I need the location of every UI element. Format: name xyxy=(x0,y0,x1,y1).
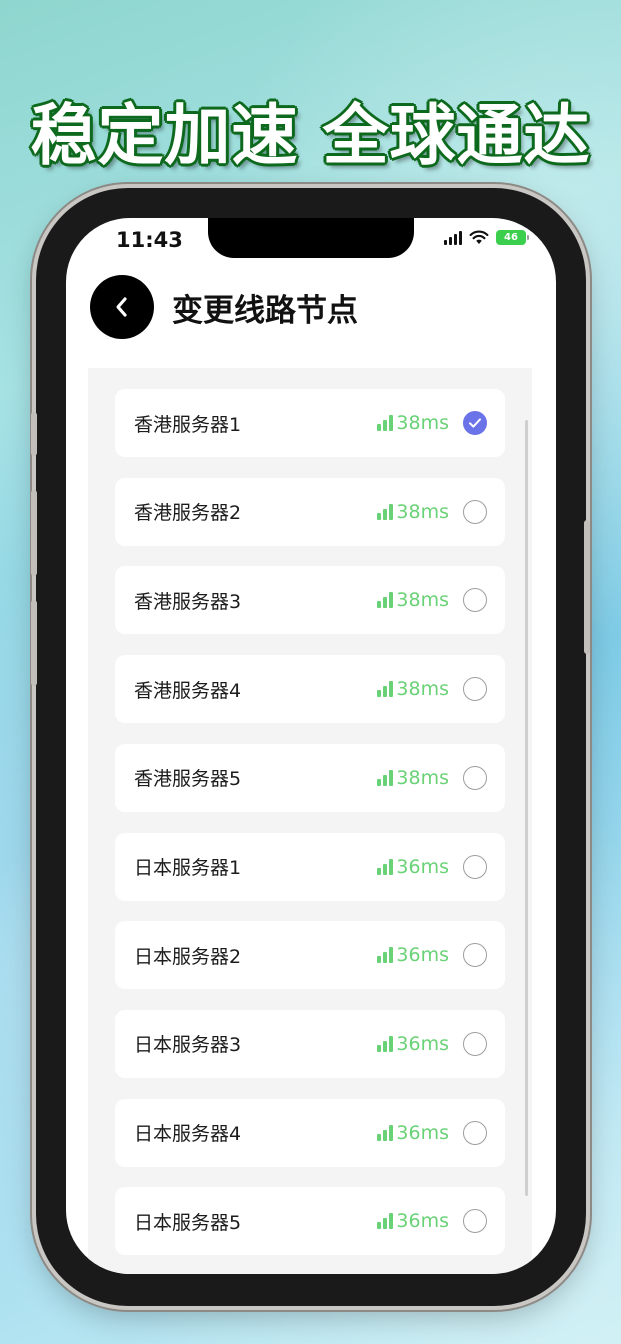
radio-empty-icon[interactable] xyxy=(463,1120,487,1145)
signal-bars-icon xyxy=(377,1035,394,1052)
latency-value: 36ms xyxy=(396,1032,449,1055)
radio-empty-icon[interactable] xyxy=(463,765,487,790)
app-screen: 11:43 46 变更线路节点 香港服务器1 38ms 香港服务器2 38ms 香港服务… xyxy=(66,218,556,1274)
node-name: 香港服务器3 xyxy=(134,590,242,613)
phone-side-button xyxy=(31,600,37,686)
node-list[interactable]: 香港服务器1 38ms 香港服务器2 38ms 香港服务器3 38ms 香港服务器4 38ms… xyxy=(88,368,532,1274)
signal-bars-icon xyxy=(377,769,394,786)
list-item[interactable]: 日本服务器3 36ms xyxy=(115,1009,505,1078)
node-name: 香港服务器1 xyxy=(134,413,242,436)
battery-icon: 46 xyxy=(496,230,529,245)
radio-empty-icon[interactable] xyxy=(463,943,487,968)
latency: 38ms xyxy=(377,501,449,523)
promo-headline: 稳定加速 全球通达 xyxy=(30,97,591,174)
latency-value: 38ms xyxy=(396,678,449,701)
back-button[interactable] xyxy=(90,275,154,339)
radio-empty-icon[interactable] xyxy=(463,588,487,613)
phone-side-button xyxy=(31,412,37,456)
list-item[interactable]: 日本服务器1 36ms xyxy=(115,832,505,901)
status-time: 11:43 xyxy=(116,228,183,252)
latency-value: 38ms xyxy=(396,766,449,789)
latency: 36ms xyxy=(377,1033,449,1055)
cellular-signal-icon xyxy=(444,230,462,245)
list-item[interactable]: 香港服务器5 38ms xyxy=(115,743,505,812)
radio-empty-icon[interactable] xyxy=(463,677,487,702)
list-item[interactable]: 日本服务器2 36ms xyxy=(115,921,505,990)
list-item[interactable]: 香港服务器4 38ms xyxy=(115,655,505,724)
node-name: 香港服务器2 xyxy=(134,502,242,525)
latency-value: 38ms xyxy=(396,412,449,434)
latency: 38ms xyxy=(377,412,449,434)
latency-value: 36ms xyxy=(396,1210,449,1233)
signal-bars-icon xyxy=(377,592,394,609)
radio-empty-icon[interactable] xyxy=(463,1031,487,1056)
latency-value: 36ms xyxy=(396,944,449,967)
scrollbar[interactable] xyxy=(525,420,528,1196)
list-item[interactable]: 香港服务器1 38ms xyxy=(115,389,505,457)
latency-value: 36ms xyxy=(396,1121,449,1144)
latency-value: 38ms xyxy=(396,589,449,612)
signal-bars-icon xyxy=(377,503,394,520)
notch xyxy=(208,218,414,258)
page-header: 变更线路节点 xyxy=(90,275,358,339)
checkmark-icon xyxy=(469,418,481,428)
node-name: 日本服务器2 xyxy=(134,945,242,968)
node-name: 日本服务器3 xyxy=(134,1034,242,1057)
status-icons: 46 xyxy=(444,230,529,245)
latency: 38ms xyxy=(377,589,449,611)
signal-bars-icon xyxy=(377,947,394,964)
signal-bars-icon xyxy=(377,1124,394,1141)
node-name: 日本服务器4 xyxy=(134,1123,242,1146)
latency: 38ms xyxy=(377,678,449,700)
check-circle-icon[interactable] xyxy=(463,411,487,435)
signal-bars-icon xyxy=(377,415,394,431)
latency: 36ms xyxy=(377,1210,449,1232)
node-name: 日本服务器1 xyxy=(134,857,242,879)
latency: 38ms xyxy=(377,767,449,789)
latency-value: 38ms xyxy=(396,500,449,523)
node-name: 香港服务器5 xyxy=(134,768,242,791)
chevron-left-icon xyxy=(116,297,127,317)
node-name: 日本服务器5 xyxy=(134,1211,242,1234)
latency: 36ms xyxy=(377,1122,449,1144)
signal-bars-icon xyxy=(377,858,394,875)
latency: 36ms xyxy=(377,944,449,966)
radio-empty-icon[interactable] xyxy=(463,1209,487,1234)
list-item[interactable]: 日本服务器4 36ms xyxy=(115,1098,505,1167)
list-item[interactable]: 日本服务器5 36ms xyxy=(115,1187,505,1256)
list-item[interactable]: 香港服务器2 38ms xyxy=(115,477,505,546)
latency-value: 36ms xyxy=(396,855,449,878)
page-title: 变更线路节点 xyxy=(172,292,358,329)
list-item[interactable]: 香港服务器3 38ms xyxy=(115,566,505,635)
latency: 36ms xyxy=(377,856,449,878)
phone-side-button xyxy=(584,520,590,654)
signal-bars-icon xyxy=(377,681,394,698)
radio-empty-icon[interactable] xyxy=(463,499,487,524)
radio-empty-icon[interactable] xyxy=(463,854,487,879)
signal-bars-icon xyxy=(377,1213,394,1230)
wifi-icon xyxy=(469,230,489,244)
node-name: 香港服务器4 xyxy=(134,679,242,702)
phone-side-button xyxy=(31,490,37,576)
